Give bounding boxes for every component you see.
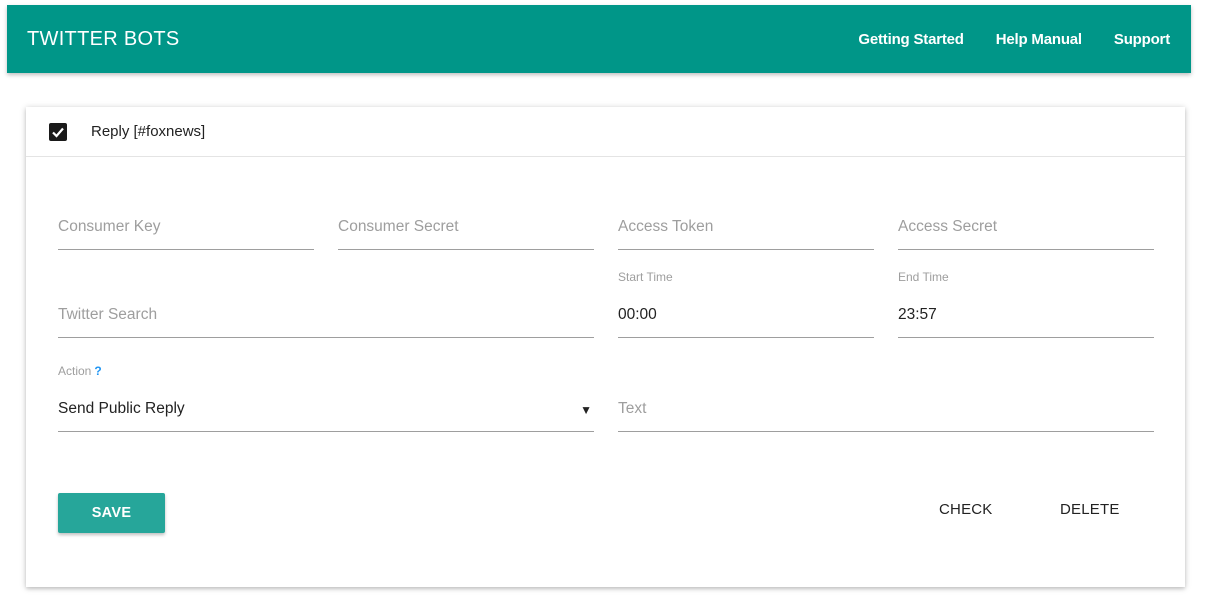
action-help-icon[interactable]: ?	[94, 364, 101, 378]
end-time-label: End Time	[898, 270, 949, 284]
action-label: Action	[58, 364, 92, 378]
bot-enabled-checkbox[interactable]	[49, 122, 67, 141]
delete-button[interactable]: DELETE	[1060, 501, 1120, 525]
nav-links: Getting Started Help Manual Support	[858, 31, 1170, 48]
brand-title[interactable]: TWITTER BOTS	[27, 28, 179, 51]
bot-title: Reply [#foxnews]	[91, 123, 206, 140]
nav-support[interactable]: Support	[1114, 31, 1170, 48]
start-time-label: Start Time	[618, 270, 673, 284]
top-navbar: TWITTER BOTS Getting Started Help Manual…	[7, 5, 1191, 73]
text-field[interactable]: Text	[618, 394, 1154, 432]
save-button[interactable]: SAVE	[58, 493, 165, 533]
twitter-search-placeholder: Twitter Search	[58, 306, 158, 323]
access-secret-field[interactable]: Access Secret	[898, 212, 1154, 250]
start-time-value: 00:00	[618, 306, 657, 323]
action-select[interactable]: Action? Send Public Reply ▼	[58, 364, 594, 432]
nav-help-manual[interactable]: Help Manual	[996, 31, 1082, 48]
dropdown-arrow-icon[interactable]: ▼	[580, 403, 592, 417]
text-placeholder: Text	[618, 400, 647, 417]
access-token-placeholder: Access Token	[618, 218, 714, 235]
consumer-secret-field[interactable]: Consumer Secret	[338, 212, 594, 250]
consumer-secret-placeholder: Consumer Secret	[338, 218, 459, 235]
bot-card-header: Reply [#foxnews]	[26, 107, 1185, 157]
checkmark-icon	[52, 127, 64, 138]
bot-card: Reply [#foxnews] Consumer Key Consumer S…	[26, 107, 1185, 587]
twitter-search-field[interactable]: Twitter Search	[58, 300, 594, 338]
access-secret-placeholder: Access Secret	[898, 218, 998, 235]
action-value: Send Public Reply	[58, 400, 185, 417]
consumer-key-field[interactable]: Consumer Key	[58, 212, 314, 250]
nav-getting-started[interactable]: Getting Started	[858, 31, 964, 48]
start-time-field[interactable]: Start Time 00:00	[618, 270, 874, 338]
consumer-key-placeholder: Consumer Key	[58, 218, 161, 235]
check-button[interactable]: CHECK	[939, 501, 993, 525]
access-token-field[interactable]: Access Token	[618, 212, 874, 250]
end-time-field[interactable]: End Time 23:57	[898, 270, 1154, 338]
action-label-wrap: Action?	[58, 364, 102, 378]
end-time-value: 23:57	[898, 306, 937, 323]
